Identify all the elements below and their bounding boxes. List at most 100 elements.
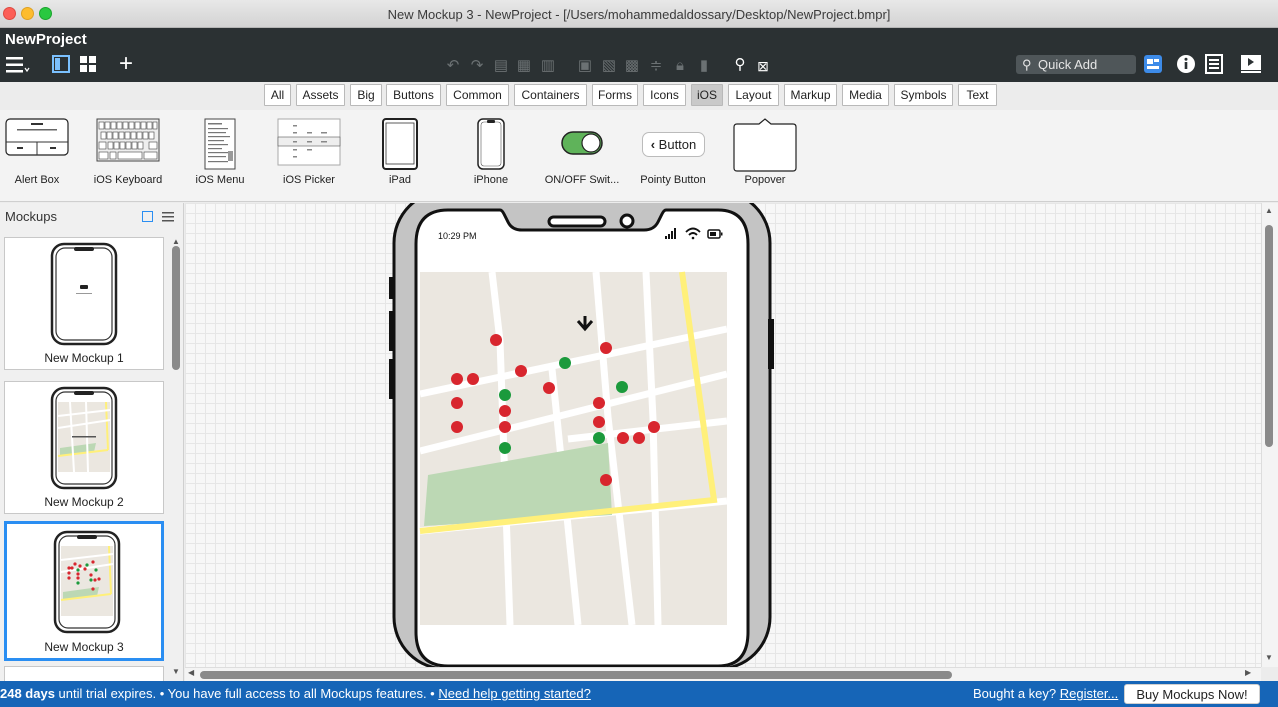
scroll-left-arrow-icon[interactable]: ◀ [188,668,194,677]
category-tabs: All Assets Big Buttons Common Containers… [0,82,1278,110]
asset-ios-picker[interactable]: iOS Picker [264,110,354,202]
asset-alert-box[interactable]: Alert Box [0,110,82,202]
scroll-up-arrow-icon[interactable]: ▲ [1265,206,1273,215]
phone-status-time: 10:29 PM [438,231,477,241]
asset-ipad[interactable]: iPad [355,110,445,202]
category-symbols[interactable]: Symbols [894,84,953,106]
scroll-down-arrow-icon[interactable]: ▼ [1265,653,1273,662]
lock-icon[interactable]: 🔒︎ [672,56,688,76]
full-screen-icon[interactable]: ⊠ [755,56,771,76]
quick-add-input[interactable]: ⚲ Quick Add [1016,55,1136,74]
grid-view-icon[interactable] [79,55,97,78]
mockups-scrollbar[interactable] [172,246,180,370]
trial-text: until trial expires. • You have full acc… [54,686,439,701]
canvas-vertical-scroll-thumb[interactable] [1265,225,1273,447]
bring-front-icon[interactable]: ▩ [623,56,641,76]
mockup-item-2[interactable]: New Mockup 2 [4,381,164,514]
mockup-item-1[interactable]: New Mockup 1 [4,237,164,370]
paste-icon[interactable]: ▥ [540,56,556,76]
copy-icon[interactable]: ▤ [493,56,509,76]
add-mockup-icon[interactable]: + [116,52,136,76]
register-link[interactable]: Register... [1060,686,1119,701]
asset-popover[interactable]: Popover [720,110,810,202]
trash-icon[interactable]: ▮ [696,56,712,76]
undo-icon[interactable]: ↶ [444,56,462,76]
buy-mockups-button[interactable]: Buy Mockups Now! [1124,684,1260,704]
asset-label: Popover [744,174,786,186]
iphone-mockup[interactable]: 10:29 PM [388,203,780,667]
menu-list-icon [204,118,236,170]
find-icon[interactable]: ⚲ [731,55,749,75]
category-layout[interactable]: Layout [728,84,779,106]
asset-ios-keyboard[interactable]: iOS Keyboard [83,110,173,202]
app-toolbar: NewProject + ↶ ↷ ▤ ▦ ▥ ▣ ▧ ▩ ≑ 🔒︎ ▮ ⚲ ⊠ … [0,28,1278,82]
mockup-item-label: New Mockup 2 [44,495,124,509]
project-name: NewProject [5,31,87,48]
trial-message: 248 days until trial expires. • You have… [0,681,591,707]
category-forms[interactable]: Forms [592,84,638,106]
pointy-button-text: Button [658,137,697,152]
search-icon: ⚲ [1022,57,1032,72]
list-view-icon[interactable] [162,211,174,223]
canvas-horizontal-scroll-thumb[interactable] [200,671,952,679]
category-ios[interactable]: iOS [691,84,723,106]
category-containers[interactable]: Containers [514,84,587,106]
category-icons[interactable]: Icons [643,84,686,106]
info-icon[interactable] [1176,54,1196,79]
mockups-panel: Mockups New Mockup 1 New Mockup 2 New Mo… [0,203,184,681]
asset-on-off-switch[interactable]: ON/OFF Swit... [537,110,627,202]
category-markup[interactable]: Markup [784,84,837,106]
pointy-button-preview: ‹ Button [642,132,705,157]
category-buttons[interactable]: Buttons [386,84,441,106]
thumbnail-view-icon[interactable] [142,211,153,222]
category-assets[interactable]: Assets [296,84,345,106]
mockups-panel-title: Mockups [5,209,58,224]
asset-label: iOS Picker [283,174,335,186]
keyboard-icon [96,118,160,162]
window-title: New Mockup 3 - NewProject - [/Users/moha… [387,7,891,22]
key-text: Bought a key? [973,686,1060,701]
mockup-item-label: New Mockup 1 [44,351,124,365]
category-big[interactable]: Big [350,84,382,106]
duplicate-icon[interactable]: ▦ [516,56,532,76]
quick-add-placeholder: Quick Add [1038,57,1098,72]
properties-icon[interactable] [1205,54,1223,79]
scroll-down-arrow-icon[interactable]: ▼ [172,667,180,676]
asset-pointy-button[interactable]: ‹ Button Pointy Button [628,110,718,202]
help-link[interactable]: Need help getting started? [438,686,591,701]
group-icon[interactable]: ▣ [576,56,594,76]
ui-library-icon[interactable] [1143,54,1163,79]
trial-days: 248 days [0,686,55,701]
chevron-left-icon: ‹ [650,137,659,152]
single-view-icon[interactable] [52,55,70,78]
scroll-up-arrow-icon[interactable]: ▲ [172,237,180,246]
category-common[interactable]: Common [446,84,509,106]
ungroup-icon[interactable]: ▧ [600,56,618,76]
menu-icon[interactable] [5,56,31,79]
asset-label: iOS Menu [195,174,245,186]
present-icon[interactable] [1240,54,1262,79]
mockup-item-4-partial[interactable] [4,666,164,681]
license-message: Bought a key? Register... [973,681,1118,707]
category-media[interactable]: Media [842,84,889,106]
scroll-right-arrow-icon[interactable]: ▶ [1245,668,1251,677]
asset-iphone[interactable]: iPhone [446,110,536,202]
asset-label: ON/OFF Swit... [544,174,620,186]
phone-thumbnail [53,530,121,634]
category-text[interactable]: Text [958,84,997,106]
mockup-item-label: New Mockup 3 [44,640,124,654]
status-bar: 248 days until trial expires. • You have… [0,681,1278,707]
mockup-item-3[interactable]: New Mockup 3 [4,521,164,661]
mockup-canvas[interactable]: 10:29 PM [185,203,1261,667]
asset-ios-menu[interactable]: iOS Menu [175,110,265,202]
phone-thumbnail [50,242,118,346]
window-titlebar: New Mockup 3 - NewProject - [/Users/moha… [0,0,1278,28]
category-all[interactable]: All [264,84,291,106]
redo-icon[interactable]: ↷ [468,56,486,76]
asset-label: iOS Keyboard [93,174,163,186]
align-icon[interactable]: ≑ [647,56,665,76]
ipad-icon [382,118,418,170]
asset-label: iPad [388,174,412,186]
canvas-vertical-scrollbar[interactable]: ▲ ▼ [1261,203,1278,667]
canvas-horizontal-scrollbar[interactable]: ◀ ▶ [185,667,1261,681]
